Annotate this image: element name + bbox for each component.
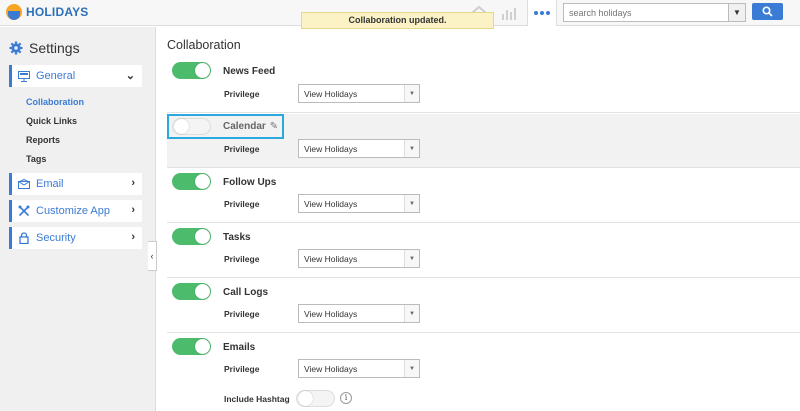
privilege-label: Privilege [224,309,260,319]
gear-icon [9,41,23,55]
app-logo[interactable]: HOLIDAYS [6,4,89,20]
tasks-toggle[interactable] [172,228,211,245]
privilege-label: Privilege [224,144,260,154]
sidebar-subitem-quick-links[interactable]: Quick Links [26,116,77,126]
pencil-icon[interactable]: ✎ [270,121,278,132]
news-feed-toggle[interactable] [172,62,211,79]
privilege-select[interactable]: View Holidays ▼ [298,304,420,323]
sidebar-item-label: Customize App [36,205,110,217]
toggle-knob [195,284,210,299]
list-item: Call Logs Privilege View Holidays ▼ [167,279,800,333]
privilege-value: View Holidays [304,309,358,319]
search-input[interactable] [563,3,729,22]
row-label: Follow Ups [223,177,277,188]
privilege-select[interactable]: View Holidays ▼ [298,249,420,268]
sidebar-subitem-tags[interactable]: Tags [26,154,46,164]
toggle-knob [195,229,210,244]
sidebar-subitem-collaboration[interactable]: Collaboration [26,97,84,107]
call-logs-toggle[interactable] [172,283,211,300]
monitor-icon [18,70,30,82]
chevron-down-icon: ▼ [733,8,741,17]
chevron-right-icon: › [131,177,135,189]
calendar-toggle[interactable] [172,118,211,135]
list-item: Tasks Privilege View Holidays ▼ [167,224,800,278]
toggle-knob [174,119,189,134]
chevron-down-icon: ⌄ [125,70,135,82]
chevron-down-icon: ▼ [404,140,419,157]
more-apps-button[interactable] [527,0,557,26]
sidebar-item-label: Security [36,232,76,244]
collaboration-panel: Collaboration News Feed Privilege View H… [157,27,800,411]
privilege-select[interactable]: View Holidays ▼ [298,139,420,158]
sidebar-item-label: General [36,70,76,82]
collapse-sidebar-button[interactable]: ‹ [148,241,157,271]
chevron-down-icon: ▼ [404,195,419,212]
privilege-value: View Holidays [304,199,358,209]
dot-icon [546,11,550,15]
sidebar-item-security[interactable]: Security › [9,227,142,249]
search-icon [762,6,773,17]
include-hashtag-label: Include Hashtag [224,394,290,404]
sidebar-item-email[interactable]: Email › [9,173,142,195]
sidebar-title: Settings [9,40,80,56]
sidebar-subitem-reports[interactable]: Reports [26,135,60,145]
toggle-knob [298,391,313,406]
list-item: Calendar ✎ Privilege View Holidays ▼ [167,114,800,168]
chevron-down-icon: ▼ [404,360,419,377]
row-label: Tasks [223,232,251,243]
dot-icon [540,11,544,15]
row-label: Emails [223,342,256,353]
privilege-select[interactable]: View Holidays ▼ [298,359,420,378]
list-item: Follow Ups Privilege View Holidays ▼ [167,169,800,223]
chevron-down-icon: ▼ [404,305,419,322]
tools-icon [18,205,30,217]
privilege-select[interactable]: View Holidays ▼ [298,194,420,213]
privilege-label: Privilege [224,89,260,99]
lock-icon [18,232,30,244]
follow-ups-toggle[interactable] [172,173,211,190]
chevron-down-icon: ▼ [404,250,419,267]
privilege-label: Privilege [224,364,260,374]
list-item: News Feed Privilege View Holidays ▼ [167,57,800,113]
privilege-value: View Holidays [304,254,358,264]
privilege-label: Privilege [224,254,260,264]
privilege-value: View Holidays [304,144,358,154]
dot-icon [534,11,538,15]
sidebar-item-general[interactable]: General ⌄ [9,65,142,87]
chevron-right-icon: › [131,231,135,243]
logo-icon [6,4,22,20]
chevron-right-icon: › [131,204,135,216]
search-scope-dropdown[interactable]: ▼ [729,3,746,22]
include-hashtag-toggle[interactable] [296,390,335,407]
search-button[interactable] [752,3,783,20]
app-name: HOLIDAYS [26,5,89,19]
settings-sidebar: Settings General ⌄ Collaboration Quick L… [0,27,156,411]
sidebar-title-text: Settings [29,40,80,56]
toggle-knob [195,339,210,354]
row-label-text: Calendar [223,121,266,132]
sidebar-item-customize-app[interactable]: Customize App › [9,200,142,222]
privilege-value: View Holidays [304,89,358,99]
privilege-label: Privilege [224,199,260,209]
analytics-icon[interactable] [500,5,518,21]
page-title: Collaboration [167,38,241,52]
chevron-down-icon: ▼ [404,85,419,102]
row-label: News Feed [223,66,276,77]
privilege-value: View Holidays [304,364,358,374]
info-icon[interactable]: i [340,392,352,404]
toggle-knob [195,63,210,78]
chevron-left-icon: ‹ [150,251,154,261]
envelope-icon [18,178,30,190]
toggle-knob [195,174,210,189]
emails-toggle[interactable] [172,338,211,355]
sidebar-item-label: Email [36,178,64,190]
privilege-select[interactable]: View Holidays ▼ [298,84,420,103]
row-label: Calendar ✎ [223,121,278,132]
row-label: Call Logs [223,287,269,298]
